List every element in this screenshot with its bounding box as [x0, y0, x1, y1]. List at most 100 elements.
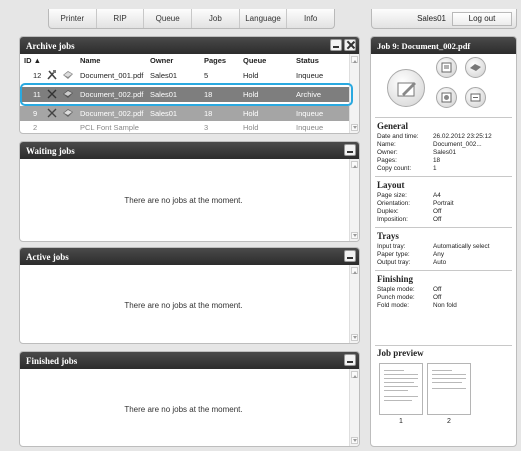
section-layout-title: Layout	[377, 180, 405, 190]
finished-scrollbar[interactable]	[349, 369, 359, 446]
empty-message: There are no jobs at the moment.	[124, 301, 243, 310]
section-general-title: General	[377, 121, 408, 131]
row-name: Document_001.pdf	[80, 71, 144, 80]
col-id[interactable]: ID ▲	[24, 56, 41, 65]
archive-jobs-title: Archive jobs	[26, 40, 75, 51]
kv-page-size: Page size: A4	[377, 192, 516, 200]
row-owner: Sales01	[150, 71, 178, 80]
kv-owner: Owner: Sales01	[377, 149, 516, 157]
logout-button[interactable]: Log out	[452, 11, 512, 26]
col-status[interactable]: Status	[296, 56, 319, 65]
row-queue: Hold	[243, 71, 259, 80]
kv-key: Input tray:	[377, 243, 406, 250]
row-owner: Sales01	[150, 90, 178, 99]
kv-key: Page size:	[377, 192, 407, 199]
divider	[375, 176, 512, 177]
active-jobs-header: Active jobs	[20, 248, 359, 265]
move-job-icon[interactable]	[465, 87, 486, 108]
kv-key: Orientation:	[377, 200, 411, 207]
document-icon	[63, 90, 73, 98]
divider	[375, 117, 512, 118]
edit-job-icon[interactable]	[387, 69, 425, 107]
col-queue[interactable]: Queue	[243, 56, 266, 65]
waiting-jobs-header: Waiting jobs	[20, 142, 359, 159]
document-icon	[63, 71, 73, 79]
row-status: Inqueue	[296, 71, 324, 80]
col-name[interactable]: Name	[80, 56, 100, 65]
col-owner[interactable]: Owner	[150, 56, 173, 65]
row-status: Archive	[296, 90, 322, 99]
tab-job[interactable]: Job	[192, 9, 240, 28]
archive-table-header: ID ▲ Name Owner Pages Queue Status	[20, 54, 359, 66]
row-pages: 5	[204, 71, 209, 80]
job-preview-title: Job preview	[377, 348, 424, 358]
row-status: Inqueue	[296, 123, 324, 132]
close-icon[interactable]	[344, 39, 356, 51]
active-scrollbar[interactable]	[349, 265, 359, 343]
kv-key: Date and time:	[377, 133, 419, 140]
preview-page-number: 2	[447, 418, 451, 425]
tab-info[interactable]: Info	[287, 9, 334, 28]
document-icon	[63, 109, 73, 117]
kv-key: Owner:	[377, 149, 398, 156]
minimize-icon[interactable]	[330, 39, 342, 51]
minimize-icon[interactable]	[344, 354, 356, 366]
print-job-icon[interactable]	[436, 57, 457, 78]
empty-message: There are no jobs at the moment.	[124, 405, 243, 414]
archive-scrollbar[interactable]	[349, 54, 359, 133]
kv-output-tray: Output tray: Auto	[377, 259, 516, 267]
tab-rip[interactable]: RIP	[97, 9, 145, 28]
kv-imposition: Imposition: Off	[377, 216, 516, 224]
kv-key: Copy count:	[377, 165, 412, 172]
job-details-panel: Job 9: Document_002.pdf General Date and…	[370, 36, 517, 447]
kv-duplex: Duplex: Off	[377, 208, 516, 216]
job-settings-icon[interactable]	[436, 87, 457, 108]
kv-value: Off	[433, 216, 442, 223]
kv-value: A4	[433, 192, 441, 199]
preview-page-thumbnail[interactable]	[379, 363, 423, 415]
kv-key: Pages:	[377, 157, 397, 164]
row-queue: Hold	[243, 123, 259, 132]
tools-icon[interactable]	[46, 69, 58, 81]
kv-staple-mode: Staple mode: Off	[377, 286, 516, 294]
minimize-icon[interactable]	[344, 250, 356, 262]
kv-value: Sales01	[433, 149, 457, 156]
waiting-scrollbar[interactable]	[349, 159, 359, 241]
tab-printer[interactable]: Printer	[49, 9, 97, 28]
finished-jobs-header: Finished jobs	[20, 352, 359, 369]
kv-value: Off	[433, 208, 442, 215]
kv-date: Date and time: 26.02.2012 23:25:12	[377, 133, 516, 141]
kv-copy-count: Copy count: 1	[377, 165, 516, 173]
tab-language[interactable]: Language	[240, 9, 288, 28]
active-jobs-title: Active jobs	[26, 251, 69, 262]
kv-value: Off	[433, 294, 442, 301]
table-row[interactable]: 2 PCL Font Sample 3 Hold Inqueue	[20, 123, 351, 133]
row-id: 9	[33, 109, 38, 118]
kv-value: 18	[433, 157, 441, 164]
row-status: Inqueue	[296, 109, 324, 118]
section-trays-title: Trays	[377, 231, 399, 241]
tab-queue[interactable]: Queue	[144, 9, 193, 28]
row-owner: Sales01	[150, 109, 178, 118]
job-details-title: Job 9: Document_002.pdf	[371, 37, 516, 54]
col-pages[interactable]: Pages	[204, 56, 226, 65]
kv-value: 1	[433, 165, 437, 172]
row-name: Document_002.pdf	[80, 90, 144, 99]
tools-icon[interactable]	[46, 107, 58, 119]
kv-fold-mode: Fold mode: Non fold	[377, 302, 516, 310]
table-row[interactable]: 9 Document_002.pdf Sales01 18 Hold Inque…	[20, 106, 351, 121]
preview-page-thumbnail[interactable]	[427, 363, 471, 415]
table-row[interactable]: 11 Document_002.pdf Sales01 18 Hold Arch…	[20, 87, 351, 102]
row-pages: 18	[204, 90, 213, 99]
kv-punch-mode: Punch mode: Off	[377, 294, 516, 302]
kv-key: Fold mode:	[377, 302, 409, 309]
row-id: 12	[33, 71, 42, 80]
finished-jobs-title: Finished jobs	[26, 355, 78, 366]
copy-job-icon[interactable]	[465, 57, 486, 78]
kv-value: Non fold	[433, 302, 457, 309]
tools-icon[interactable]	[46, 88, 58, 100]
finished-jobs-panel: Finished jobs There are no jobs at the m…	[19, 351, 360, 447]
divider	[375, 345, 512, 346]
table-row[interactable]: 12 Document_001.pdf Sales01 5 Hold Inque…	[20, 68, 351, 83]
minimize-icon[interactable]	[344, 144, 356, 156]
